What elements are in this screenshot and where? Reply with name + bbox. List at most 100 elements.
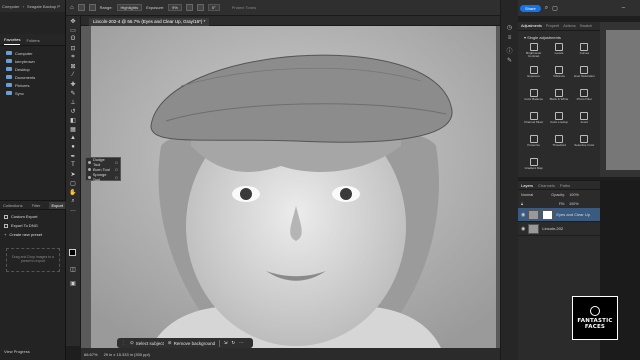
history-brush-icon[interactable]: ↺ (69, 107, 77, 115)
folder-item[interactable]: Desktop (6, 65, 65, 73)
brush-tool-icon[interactable]: ✎ (69, 89, 77, 97)
eye-icon[interactable]: ◉ (521, 226, 525, 232)
tab-export[interactable]: Export (49, 201, 66, 209)
angle-input[interactable]: 0° (207, 4, 220, 11)
path-select-icon[interactable]: ➤ (69, 170, 77, 178)
adjustment-color-balance[interactable]: Color Balance (521, 89, 546, 110)
tab-swatches[interactable]: Swatch (580, 24, 592, 28)
minimize-icon[interactable]: – (622, 5, 625, 11)
eyedropper-tool-icon[interactable]: ⁄ (69, 71, 77, 79)
folder-item[interactable]: Computer (6, 49, 65, 57)
export-dropzone[interactable]: Drag and Drop images to a preset to expo… (6, 248, 60, 272)
tab-paths[interactable]: Paths (560, 183, 570, 188)
tab-collections[interactable]: Collections (3, 203, 23, 208)
layer-mask-thumbnail[interactable] (542, 209, 554, 220)
quick-mask-icon[interactable]: ◫ (69, 265, 77, 273)
tab-actions[interactable]: Actions (563, 24, 575, 28)
layer-row[interactable]: ◉ Eyes and Clear Up (518, 208, 600, 222)
folder-item[interactable]: Sync (6, 89, 65, 97)
transform-icon[interactable]: ⇲ (224, 340, 228, 346)
adjustment-curves[interactable]: Curves (572, 43, 597, 64)
adjustment-color-lookup[interactable]: Color Lookup (546, 112, 571, 133)
document-tab[interactable]: Lincoln-202-4 @ 66.7% (Eyes and Clear Up… (89, 18, 210, 26)
stamp-tool-icon[interactable]: ⊥ (69, 98, 77, 106)
marquee-tool-icon[interactable]: ▭ (69, 26, 77, 34)
tab-layers[interactable]: Layers (521, 183, 533, 188)
adjustment-invert[interactable]: Invert (572, 112, 597, 133)
export-item-custom[interactable]: Custom Export (4, 212, 42, 221)
search-icon[interactable]: ⌕ (545, 5, 548, 12)
range-select[interactable]: Highlights (116, 4, 143, 11)
brush-preset-icon[interactable] (88, 4, 96, 11)
adjustment-exposure[interactable]: Exposure (521, 66, 546, 87)
brush-settings-icon[interactable]: ✎ (506, 57, 513, 64)
create-preset-button[interactable]: + Create new preset (4, 230, 42, 239)
type-tool-icon[interactable]: T (69, 161, 77, 169)
dodge-tool-icon[interactable]: ● (69, 143, 77, 151)
properties-icon[interactable]: ≡ (506, 35, 513, 42)
opacity-input[interactable]: 100% (569, 193, 579, 197)
adjustment-levels[interactable]: Levels (546, 43, 571, 64)
lasso-tool-icon[interactable]: ʘ (69, 35, 77, 43)
crop-tool-icon[interactable]: ⌗ (69, 53, 77, 61)
folder-item[interactable]: Documents (6, 73, 65, 81)
lock-icon[interactable]: 🔒︎ (521, 202, 523, 206)
tab-adjustments[interactable]: Adjustments (521, 24, 542, 28)
select-tool-icon[interactable]: ⊡ (69, 44, 77, 52)
blur-tool-icon[interactable]: ▲ (69, 134, 77, 142)
eye-icon[interactable]: ◉ (521, 212, 525, 218)
tab-properties[interactable]: Properti (546, 24, 559, 28)
workspace-icon[interactable]: ▢ (552, 5, 558, 12)
view-progress-button[interactable]: View Progress (4, 349, 30, 354)
adjustment-brightness-contrast[interactable]: Brightness/ Contrast (521, 43, 546, 64)
drag-handle-icon[interactable]: ⋮ (121, 340, 126, 346)
pen-tool-icon[interactable]: ✒ (69, 152, 77, 160)
protect-tones-checkbox[interactable]: Protect Tones (232, 5, 256, 10)
adjustment-threshold[interactable]: Threshold (546, 135, 571, 156)
folder-item[interactable]: Pictures (6, 81, 65, 89)
flyout-item-sponge[interactable]: Sponge Tool O (86, 172, 120, 182)
eraser-tool-icon[interactable]: ◧ (69, 116, 77, 124)
document-info[interactable]: 29 in x 15.333 in (300 ppi) (104, 352, 150, 357)
tab-filter[interactable]: Filter (32, 203, 41, 208)
flyout-item-dodge[interactable]: Dodge Tool O (86, 157, 120, 167)
more-options-icon[interactable]: ⋯ (239, 340, 244, 346)
share-button[interactable]: Share (520, 4, 541, 12)
info-icon[interactable]: ⓘ (506, 46, 513, 55)
layer-row[interactable]: ◉ Lincoln-202 (518, 222, 600, 236)
adjustment-selective-color[interactable]: Selective Color (572, 135, 597, 156)
shape-tool-icon[interactable]: ▢ (69, 179, 77, 187)
rotate-icon[interactable]: ↻ (231, 340, 235, 346)
single-adjustments-heading[interactable]: ▾ Single adjustments (518, 31, 600, 40)
healing-tool-icon[interactable]: ✚ (69, 80, 77, 88)
canvas[interactable] (81, 26, 500, 348)
blend-mode-select[interactable]: Normal (521, 193, 533, 197)
frame-tool-icon[interactable]: ⊠ (69, 62, 77, 70)
export-item-dng[interactable]: Export To DNG (4, 221, 42, 230)
adjustment-channel-mixer[interactable]: Channel Mixer (521, 112, 546, 133)
adjustment-black-white[interactable]: Black & White (546, 89, 571, 110)
exposure-input[interactable]: 9% (168, 4, 182, 11)
remove-background-button[interactable]: ⊘ Remove background (168, 340, 215, 346)
fill-input[interactable]: 100% (569, 202, 579, 206)
zoom-level[interactable]: 66.67% (84, 352, 98, 357)
move-tool-icon[interactable]: ✥ (69, 17, 77, 25)
adjustment-vibrance[interactable]: Vibrance (546, 66, 571, 87)
hand-tool-icon[interactable]: ✋ (69, 188, 77, 196)
gradient-tool-icon[interactable]: ▦ (69, 125, 77, 133)
tab-folders[interactable]: Folders (26, 38, 39, 45)
airbrush-icon[interactable] (185, 4, 193, 11)
breadcrumb-item[interactable]: Computer (2, 4, 20, 9)
foreground-color-swatch[interactable] (69, 249, 76, 256)
history-icon[interactable]: ◷ (506, 24, 513, 31)
home-icon[interactable]: ⌂ (70, 5, 74, 11)
adjustment-gradient-map[interactable]: Gradient Map (521, 158, 546, 179)
zoom-tool-icon[interactable]: ⌕ (69, 197, 77, 205)
folder-item[interactable]: kerrybrown (6, 57, 65, 65)
screen-mode-icon[interactable]: ▣ (69, 279, 77, 287)
more-tools-icon[interactable]: … (69, 206, 77, 214)
tab-channels[interactable]: Channels (538, 183, 555, 188)
select-subject-button[interactable]: ⊙ Select subject (130, 340, 164, 346)
adjustment-hue-saturation[interactable]: Hue/ Saturation (572, 66, 597, 87)
tool-preset-icon[interactable] (77, 4, 85, 11)
